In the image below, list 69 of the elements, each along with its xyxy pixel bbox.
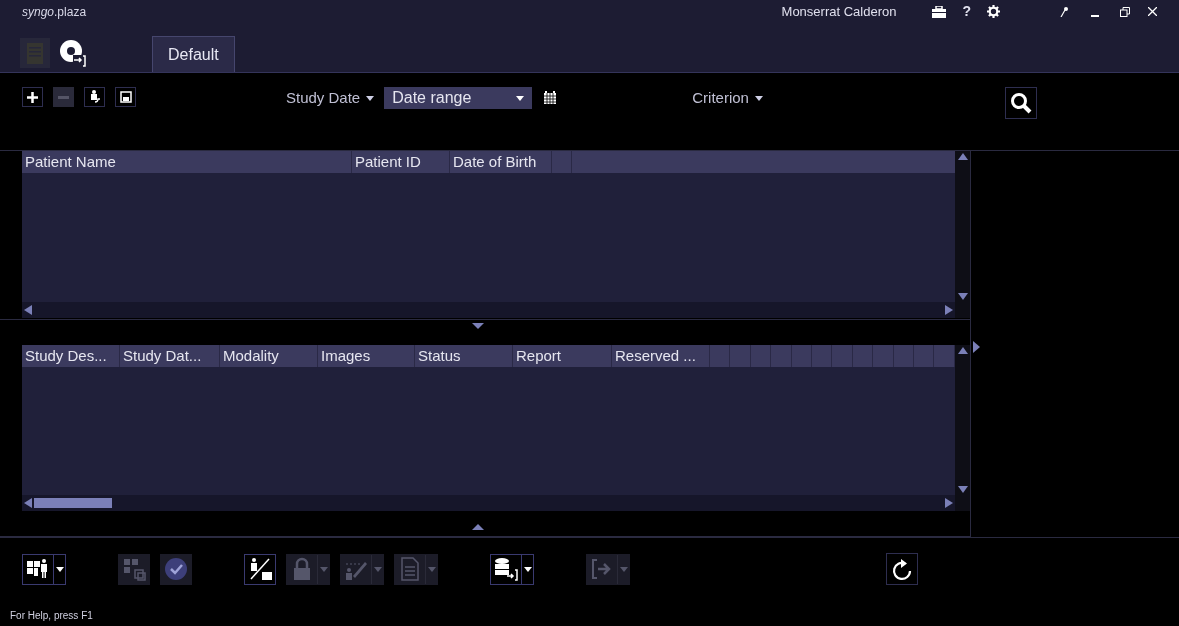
scroll-down-icon[interactable] (957, 293, 968, 301)
scrollbar-thumb[interactable] (34, 498, 112, 509)
column-header[interactable]: Study Des... (22, 345, 120, 368)
toolbar-button[interactable] (22, 553, 66, 585)
close-icon[interactable] (1148, 7, 1157, 17)
column-header[interactable]: Reserved ... (612, 345, 710, 368)
study-date-dropdown[interactable]: Study Date (286, 87, 375, 109)
column-header[interactable]: Report (513, 345, 612, 368)
calendar-icon[interactable] (544, 91, 557, 104)
horizontal-scrollbar[interactable] (22, 495, 955, 512)
column-header[interactable]: Status (415, 345, 513, 368)
scroll-left-icon[interactable] (24, 498, 32, 509)
refresh-button[interactable] (886, 553, 918, 586)
help-button[interactable]: ? (962, 1, 971, 23)
briefcase-icon[interactable] (932, 5, 947, 18)
caret-icon (619, 566, 628, 572)
vertical-scrollbar[interactable] (955, 345, 970, 512)
caret-icon (523, 566, 532, 572)
grid-stack-icon (121, 556, 147, 583)
person-undo-button[interactable] (84, 87, 105, 107)
column-header[interactable]: Patient ID (352, 151, 450, 174)
caret-icon (366, 95, 375, 101)
column-header[interactable]: Study Dat... (120, 345, 220, 368)
caret-icon (516, 95, 525, 101)
scroll-up-icon[interactable] (957, 347, 968, 355)
horizontal-scrollbar[interactable] (22, 302, 955, 319)
column-header[interactable]: Modality (220, 345, 318, 368)
person-report-icon (247, 556, 273, 583)
database-arrow-icon (493, 556, 519, 583)
settings-icon[interactable] (987, 5, 1000, 19)
tab[interactable]: Default (152, 36, 235, 72)
scroll-left-icon[interactable] (24, 305, 32, 316)
toolbar-button[interactable] (244, 553, 276, 585)
plus-icon (27, 91, 38, 103)
person-undo-icon (88, 90, 101, 104)
caret-icon (427, 566, 436, 572)
vertical-scrollbar[interactable] (955, 151, 970, 319)
expand-right-icon[interactable] (973, 341, 980, 354)
column-header[interactable]: Images (318, 345, 415, 368)
user-name: Monserrat Calderon (781, 3, 897, 22)
floppy-icon (119, 91, 132, 103)
pin-icon[interactable] (1060, 6, 1068, 17)
splitter-down-icon[interactable] (471, 323, 484, 330)
status-text: For Help, press F1 (10, 609, 93, 623)
caret-icon (55, 566, 64, 572)
check-circle-icon (163, 556, 189, 583)
date-range-dropdown[interactable]: Date range (384, 87, 533, 109)
search-button[interactable] (1004, 87, 1037, 119)
criterion-dropdown[interactable]: Criterion (692, 87, 763, 109)
column-header[interactable]: Patient Name (22, 151, 352, 174)
scroll-down-icon[interactable] (957, 486, 968, 494)
column-header[interactable]: Date of Birth (450, 151, 552, 174)
caret-icon (754, 95, 763, 101)
refresh-icon (891, 557, 913, 582)
add-button[interactable] (22, 87, 43, 107)
save-button[interactable] (115, 87, 136, 107)
restore-icon[interactable] (1120, 6, 1130, 17)
app-title: syngo.plaza (22, 3, 87, 21)
caret-icon (373, 566, 382, 572)
splitter-up-icon[interactable] (471, 524, 484, 531)
scroll-right-icon[interactable] (945, 498, 953, 509)
scroll-right-icon[interactable] (945, 305, 953, 316)
toolbar-button[interactable] (490, 553, 534, 585)
minus-icon (58, 95, 69, 99)
search-icon (1009, 92, 1032, 114)
caret-icon (319, 566, 328, 572)
disc-arrow-icon[interactable] (58, 38, 88, 68)
scroll-up-icon[interactable] (957, 153, 968, 161)
clipboard-icon[interactable] (20, 38, 50, 68)
